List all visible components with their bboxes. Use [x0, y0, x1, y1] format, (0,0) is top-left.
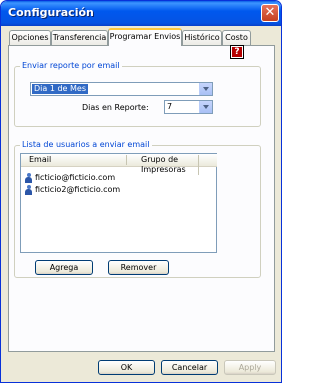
title-bar[interactable]: Configuración ✕ — [1, 1, 281, 26]
help-glyph: ? — [232, 47, 242, 57]
close-button[interactable]: ✕ — [261, 4, 279, 22]
close-icon: ✕ — [264, 5, 276, 20]
days-label: Dias en Reporte: — [82, 103, 149, 112]
users-list[interactable]: Email Grupo de Impresoras ficticio@ficti… — [20, 153, 217, 253]
remove-user-button[interactable]: Remover — [108, 260, 169, 275]
user-icon — [24, 185, 33, 195]
chevron-down-icon[interactable] — [199, 83, 212, 95]
days-value: 7 — [167, 102, 173, 111]
report-group — [14, 66, 261, 127]
tab-label: Transferencia — [52, 33, 107, 42]
tab-costo[interactable]: Costo — [222, 30, 251, 45]
user-icon — [24, 173, 33, 183]
tab-label: Histórico — [184, 33, 220, 42]
ok-button[interactable]: OK — [98, 360, 155, 375]
cancel-button[interactable]: Cancelar — [161, 360, 218, 375]
tab-label: Programar Envios — [109, 32, 181, 41]
days-select[interactable]: 7 — [164, 100, 213, 114]
tab-programar-envios[interactable]: Programar Envios — [108, 28, 182, 46]
window-title: Configuración — [8, 6, 94, 19]
tab-opciones[interactable]: Opciones — [9, 30, 51, 45]
help-icon[interactable]: ? — [230, 45, 244, 59]
apply-button[interactable]: Apply — [224, 360, 276, 375]
config-window: Configuración ✕ Opciones Transferencia P… — [0, 0, 282, 383]
row-email: ficticio@ficticio.com — [35, 173, 116, 182]
tab-transferencia[interactable]: Transferencia — [51, 30, 108, 45]
list-header: Email Grupo de Impresoras — [21, 154, 217, 175]
users-group-title: Lista de usuarios a enviar email — [20, 140, 152, 149]
column-header-email[interactable]: Email — [21, 155, 127, 165]
tab-label: Costo — [225, 33, 248, 42]
report-group-title: Enviar reporte por email — [20, 61, 122, 70]
tab-label: Opciones — [11, 33, 49, 42]
row-email: ficticio2@ficticio.com — [35, 185, 121, 194]
column-header-grupo[interactable]: Grupo de Impresoras — [127, 155, 199, 175]
schedule-select[interactable]: Dia 1 de Mes — [30, 82, 213, 96]
add-user-button[interactable]: Agrega — [35, 260, 93, 275]
schedule-value: Dia 1 de Mes — [32, 84, 88, 94]
tab-historico[interactable]: Histórico — [182, 30, 222, 45]
chevron-down-icon[interactable] — [199, 101, 212, 113]
